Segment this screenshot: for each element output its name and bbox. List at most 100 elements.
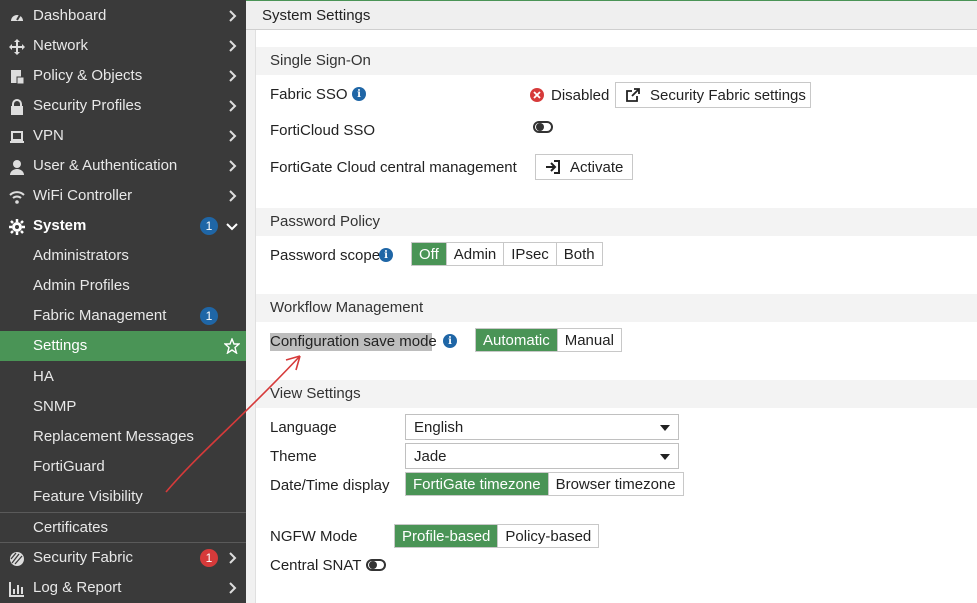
sidebar-subitem-ha[interactable]: HA bbox=[0, 362, 246, 392]
option-profile-based[interactable]: Profile-based bbox=[395, 525, 498, 547]
star-icon[interactable] bbox=[224, 338, 240, 354]
ngfw-mode-selector: Profile-based Policy-based bbox=[394, 524, 600, 548]
info-icon[interactable]: i bbox=[352, 87, 366, 101]
config-save-mode-selector: Automatic Manual bbox=[475, 328, 622, 352]
chevron-right-icon bbox=[229, 130, 237, 142]
info-icon[interactable]: i bbox=[379, 248, 393, 262]
dashboard-icon bbox=[8, 8, 25, 25]
section-title: Single Sign-On bbox=[270, 52, 371, 69]
sidebar-subitem-replacement-messages[interactable]: Replacement Messages bbox=[0, 422, 246, 452]
sidebar-item-security-fabric[interactable]: Security Fabric 1 bbox=[0, 543, 246, 573]
fabric-sso-status: Disabled bbox=[551, 87, 610, 104]
central-snat-toggle[interactable] bbox=[366, 559, 386, 571]
sidebar-item-label: SNMP bbox=[33, 398, 77, 415]
option-policy-based[interactable]: Policy-based bbox=[497, 525, 598, 547]
option-both[interactable]: Both bbox=[555, 243, 602, 265]
option-browser-timezone[interactable]: Browser timezone bbox=[547, 473, 683, 495]
info-icon[interactable]: i bbox=[443, 334, 457, 348]
central-snat-label: Central SNAT bbox=[270, 557, 362, 574]
sidebar-subitem-fortiguard[interactable]: FortiGuard bbox=[0, 452, 246, 482]
sidebar-item-label: Feature Visibility bbox=[33, 488, 143, 505]
password-scope-selector: Off Admin IPsec Both bbox=[411, 242, 603, 266]
sidebar-subitem-settings[interactable]: Settings bbox=[0, 331, 246, 361]
sidebar-item-policy-objects[interactable]: Policy & Objects bbox=[0, 61, 246, 91]
fortigate-cloud-label: FortiGate Cloud central management bbox=[270, 159, 517, 176]
sidebar-item-label: Dashboard bbox=[33, 7, 107, 24]
theme-select[interactable]: Jade bbox=[405, 443, 679, 469]
caret-down-icon bbox=[660, 425, 670, 431]
laptop-icon bbox=[8, 128, 25, 145]
sidebar-item-log-report[interactable]: Log & Report bbox=[0, 573, 246, 603]
option-admin[interactable]: Admin bbox=[445, 243, 504, 265]
button-label: Activate bbox=[570, 158, 624, 176]
chevron-right-icon bbox=[229, 160, 237, 172]
sidebar-item-label: Certificates bbox=[33, 519, 109, 536]
chevron-right-icon bbox=[229, 10, 237, 22]
network-icon bbox=[8, 38, 25, 55]
option-off[interactable]: Off bbox=[412, 243, 446, 265]
sidebar-item-label: Fabric Management bbox=[33, 307, 167, 324]
sidebar-subitem-administrators[interactable]: Administrators bbox=[0, 241, 246, 271]
sidebar-item-label: Security Profiles bbox=[33, 97, 142, 114]
page-header: System Settings bbox=[246, 0, 977, 30]
page-title: System Settings bbox=[262, 7, 371, 24]
forticloud-sso-toggle[interactable] bbox=[533, 121, 553, 133]
sidebar-item-network[interactable]: Network bbox=[0, 31, 246, 61]
ngfw-mode-label: NGFW Mode bbox=[270, 528, 358, 545]
option-ipsec[interactable]: IPsec bbox=[503, 243, 556, 265]
theme-label: Theme bbox=[270, 448, 317, 465]
sidebar-item-label: FortiGuard bbox=[33, 458, 105, 475]
sidebar-item-security-profiles[interactable]: Security Profiles bbox=[0, 91, 246, 121]
fabric-sso-label: Fabric SSO bbox=[270, 86, 348, 103]
sidebar: Dashboard Network Policy & Objects Secur… bbox=[0, 0, 246, 603]
option-automatic[interactable]: Automatic bbox=[476, 329, 557, 351]
sidebar-item-label: HA bbox=[33, 368, 54, 385]
chevron-right-icon bbox=[229, 582, 237, 594]
gear-icon bbox=[8, 218, 25, 235]
lock-icon bbox=[8, 98, 25, 115]
option-manual[interactable]: Manual bbox=[556, 329, 621, 351]
config-save-mode-label: Configuration save mode bbox=[270, 333, 437, 350]
sidebar-subitem-fabric-management[interactable]: Fabric Management 1 bbox=[0, 301, 246, 331]
notification-badge: 1 bbox=[200, 217, 218, 235]
sidebar-subitem-admin-profiles[interactable]: Admin Profiles bbox=[0, 271, 246, 301]
language-select[interactable]: English bbox=[405, 414, 679, 440]
button-label: Security Fabric settings bbox=[650, 86, 806, 104]
datetime-display-label: Date/Time display bbox=[270, 477, 390, 494]
sidebar-subitem-snmp[interactable]: SNMP bbox=[0, 392, 246, 422]
wifi-icon bbox=[8, 188, 25, 205]
select-value: Jade bbox=[414, 448, 447, 465]
sidebar-item-label: WiFi Controller bbox=[33, 187, 133, 204]
sidebar-item-label: VPN bbox=[33, 127, 64, 144]
fabric-icon bbox=[8, 550, 25, 567]
sidebar-subitem-certificates[interactable]: Certificates bbox=[0, 513, 246, 543]
policy-icon bbox=[8, 68, 25, 85]
sidebar-item-user-authentication[interactable]: User & Authentication bbox=[0, 151, 246, 181]
section-title: Password Policy bbox=[270, 213, 381, 230]
disabled-status-icon bbox=[530, 88, 544, 102]
sidebar-item-label: Settings bbox=[33, 337, 88, 354]
sidebar-item-label: Security Fabric bbox=[33, 549, 134, 566]
caret-down-icon bbox=[660, 454, 670, 460]
option-fortigate-timezone[interactable]: FortiGate timezone bbox=[406, 473, 548, 495]
section-title: Workflow Management bbox=[270, 299, 424, 316]
notification-badge: 1 bbox=[200, 307, 218, 325]
sign-in-icon bbox=[545, 159, 561, 175]
chevron-right-icon bbox=[229, 552, 237, 564]
activate-button[interactable]: Activate bbox=[535, 154, 633, 180]
sidebar-item-dashboard[interactable]: Dashboard bbox=[0, 1, 246, 31]
section-title: View Settings bbox=[270, 385, 361, 402]
sidebar-item-label: Administrators bbox=[33, 247, 129, 264]
sidebar-item-vpn[interactable]: VPN bbox=[0, 121, 246, 151]
sidebar-item-label: Replacement Messages bbox=[33, 428, 194, 445]
sidebar-item-label: Policy & Objects bbox=[33, 67, 143, 84]
language-label: Language bbox=[270, 419, 337, 436]
chevron-right-icon bbox=[229, 70, 237, 82]
sidebar-item-system[interactable]: System 1 bbox=[0, 211, 246, 241]
security-fabric-settings-button[interactable]: Security Fabric settings bbox=[615, 82, 811, 108]
password-scope-label: Password scope bbox=[270, 247, 381, 264]
sidebar-subitem-feature-visibility[interactable]: Feature Visibility bbox=[0, 482, 246, 512]
chevron-right-icon bbox=[229, 190, 237, 202]
notification-badge: 1 bbox=[200, 549, 218, 567]
sidebar-item-wifi-controller[interactable]: WiFi Controller bbox=[0, 181, 246, 211]
